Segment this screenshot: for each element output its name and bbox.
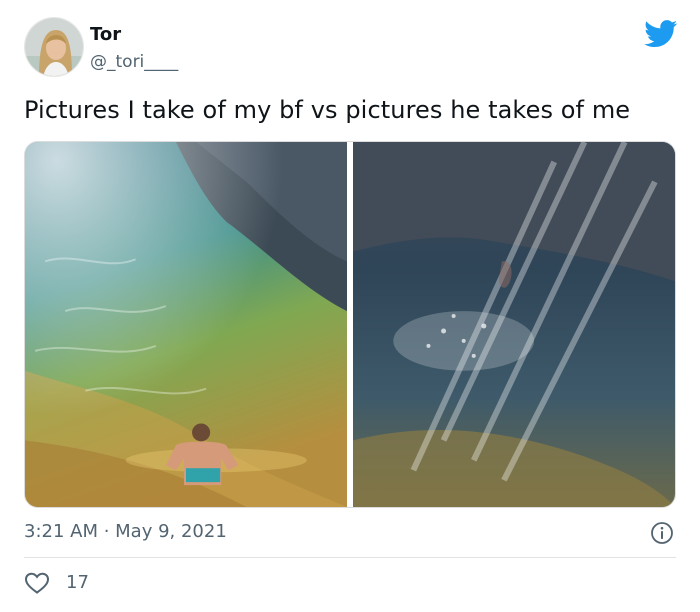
photo-left[interactable] [25,142,347,507]
tweet-card: Tor @_tori____ Pictures I take of my bf … [0,0,700,612]
twitter-bird-icon[interactable] [644,20,678,48]
like-count: 17 [66,572,89,593]
divider [24,557,676,558]
tweet-media[interactable] [24,141,676,508]
tweet-text: Pictures I take of my bf vs pictures he … [24,96,631,124]
info-icon[interactable] [650,521,674,545]
photo-right-image [353,142,675,507]
avatar-image [25,18,83,76]
photo-left-image [25,142,347,507]
author-name[interactable]: Tor [90,24,121,46]
heart-icon[interactable] [24,571,50,595]
tweet-timestamp[interactable]: 3:21 AM · May 9, 2021 [24,520,227,544]
author-handle[interactable]: @_tori____ [90,51,178,73]
avatar[interactable] [24,17,84,77]
photo-right[interactable] [353,142,675,507]
like-button[interactable]: 17 [24,571,89,595]
